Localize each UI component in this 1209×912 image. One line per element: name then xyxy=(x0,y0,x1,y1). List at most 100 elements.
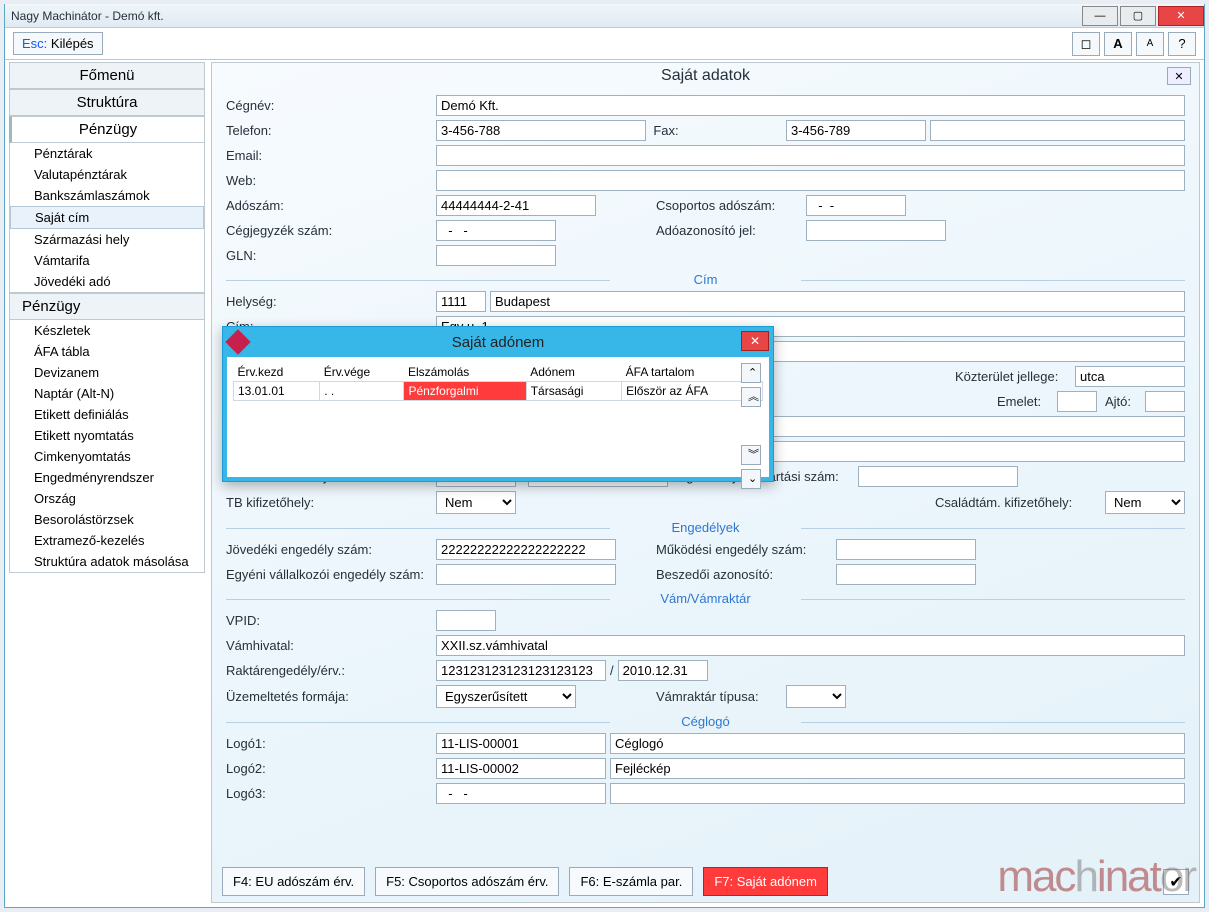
uzemel-select[interactable]: Egyszerűsített xyxy=(436,685,576,708)
web-field[interactable] xyxy=(436,170,1185,191)
adoazon-field[interactable] xyxy=(806,220,946,241)
label-telefon: Telefon: xyxy=(226,123,436,138)
f4-button[interactable]: F4: EU adószám érv. xyxy=(222,867,365,896)
label-joved: Jövedéki engedély szám: xyxy=(226,542,436,557)
toolbar-font-small-icon[interactable]: A xyxy=(1136,32,1164,56)
tb-kifiz-select[interactable]: Nem xyxy=(436,491,516,514)
sidebar-item-bankszamlaszamok[interactable]: Bankszámlaszámok xyxy=(10,185,204,206)
col-adonem[interactable]: Adónem xyxy=(526,363,621,382)
raktareng1-field[interactable] xyxy=(436,660,606,681)
label-logo1: Logó1: xyxy=(226,736,436,751)
col-elszamolas[interactable]: Elszámolás xyxy=(404,363,526,382)
cell-elszamolas[interactable]: Pénzforgalmi xyxy=(404,382,526,401)
minimize-button[interactable]: — xyxy=(1082,6,1118,26)
logo1-code-field[interactable] xyxy=(436,733,606,754)
vpid-field[interactable] xyxy=(436,610,496,631)
label-kozterulet: Közterület jellege: xyxy=(955,369,1075,384)
csop-adoszam-field[interactable] xyxy=(806,195,906,216)
toolbar-square-icon[interactable]: ◻ xyxy=(1072,32,1100,56)
cegnev-field[interactable] xyxy=(436,95,1185,116)
close-button[interactable]: ✕ xyxy=(1158,6,1204,26)
scroll-top-icon[interactable]: ⌃ xyxy=(741,363,761,383)
csalad-select[interactable]: Nem xyxy=(1105,491,1185,514)
scroll-up-icon[interactable]: ︽ xyxy=(741,387,761,407)
helyseg-irsz-field[interactable] xyxy=(436,291,486,312)
sidebar-items-top: Pénztárak Valutapénztárak Bankszámlaszám… xyxy=(9,143,205,293)
col-ervkezd[interactable]: Érv.kezd xyxy=(234,363,320,382)
sidebar-item-besorolastorzsek[interactable]: Besorolástörzsek xyxy=(10,509,204,530)
toolbar-help-icon[interactable]: ? xyxy=(1168,32,1196,56)
logo2-name-field[interactable] xyxy=(610,758,1185,779)
col-ervvege[interactable]: Érv.vége xyxy=(320,363,404,382)
logo3-code-field[interactable] xyxy=(436,783,606,804)
f5-button[interactable]: F5: Csoportos adószám érv. xyxy=(375,867,559,896)
sidebar-item-keszletek[interactable]: Készletek xyxy=(10,320,204,341)
sidebar-cat-struktura[interactable]: Struktúra xyxy=(9,89,205,116)
sidebar-item-cimkenyomtatas[interactable]: Cimkenyomtatás xyxy=(10,446,204,467)
helyseg-field[interactable] xyxy=(490,291,1185,312)
sidebar-item-valutapenztarak[interactable]: Valutapénztárak xyxy=(10,164,204,185)
label-csop-adoszam: Csoportos adószám: xyxy=(656,198,806,213)
sidebar-item-vamtarifa[interactable]: Vámtarifa xyxy=(10,250,204,271)
beszed-field[interactable] xyxy=(836,564,976,585)
sidebar-item-jovedeki-ado[interactable]: Jövedéki adó xyxy=(10,271,204,292)
sidebar-item-engedmenyrendszer[interactable]: Engedményrendszer xyxy=(10,467,204,488)
sidebar-item-sajat-cim[interactable]: Saját cím xyxy=(10,206,204,229)
window-title: Nagy Machinátor - Demó kft. xyxy=(11,9,164,23)
titlebar: Nagy Machinátor - Demó kft. — ▢ ✕ xyxy=(5,4,1204,28)
adoszam-field[interactable] xyxy=(436,195,596,216)
adonem-table: Érv.kezd Érv.vége Elszámolás Adónem ÁFA … xyxy=(233,363,763,401)
confirm-check-button[interactable]: ✔ xyxy=(1163,869,1189,895)
mukod-field[interactable] xyxy=(836,539,976,560)
egyeni-field[interactable] xyxy=(436,564,616,585)
scroll-down-icon[interactable]: ︾ xyxy=(741,445,761,465)
joved-field[interactable] xyxy=(436,539,616,560)
sidebar-cat-penzugy[interactable]: Pénzügy xyxy=(9,116,205,143)
dialog-titlebar[interactable]: Saját adónem ✕ xyxy=(223,327,773,357)
sidebar-item-devizanem[interactable]: Devizanem xyxy=(10,362,204,383)
cell-ervkezd[interactable]: 13.01.01 xyxy=(234,382,320,401)
email-field[interactable] xyxy=(436,145,1185,166)
sidebar-item-afa-tabla[interactable]: ÁFA tábla xyxy=(10,341,204,362)
sidebar-cat-fomenu[interactable]: Főmenü xyxy=(9,62,205,89)
fax-field[interactable] xyxy=(786,120,926,141)
sidebar-item-etikett-nyomtatas[interactable]: Etikett nyomtatás xyxy=(10,425,204,446)
telefon-field[interactable] xyxy=(436,120,646,141)
sidebar-item-penztarak[interactable]: Pénztárak xyxy=(10,143,204,164)
sidebar-item-naptar[interactable]: Naptár (Alt-N) xyxy=(10,383,204,404)
toolbar-font-large-icon[interactable]: A xyxy=(1104,32,1132,56)
egbizt-field[interactable] xyxy=(858,466,1018,487)
label-cegjegyzek: Cégjegyzék szám: xyxy=(226,223,436,238)
dialog-close-button[interactable]: ✕ xyxy=(741,331,769,351)
maximize-button[interactable]: ▢ xyxy=(1120,6,1156,26)
logo1-name-field[interactable] xyxy=(610,733,1185,754)
emelet-field[interactable] xyxy=(1057,391,1097,412)
panel-close-icon[interactable]: ✕ xyxy=(1167,67,1191,85)
gln-field[interactable] xyxy=(436,245,556,266)
vamhiv-field[interactable] xyxy=(436,635,1185,656)
label-vpid: VPID: xyxy=(226,613,436,628)
esc-exit-button[interactable]: Esc: Kilépés xyxy=(13,32,103,55)
logo3-name-field[interactable] xyxy=(610,783,1185,804)
scroll-bottom-icon[interactable]: ⌄ xyxy=(741,469,761,489)
sidebar-subheader-penzugy[interactable]: Pénzügy xyxy=(9,293,205,320)
cell-adonem[interactable]: Társasági xyxy=(526,382,621,401)
raktareng2-field[interactable] xyxy=(618,660,708,681)
cegjegyzek-field[interactable] xyxy=(436,220,556,241)
ajto-field[interactable] xyxy=(1145,391,1185,412)
fax-field-2[interactable] xyxy=(930,120,1185,141)
sidebar-item-struktura-adatok-masolasa[interactable]: Struktúra adatok másolása xyxy=(10,551,204,572)
sidebar-item-orszag[interactable]: Ország xyxy=(10,488,204,509)
label-logo2: Logó2: xyxy=(226,761,436,776)
f6-button[interactable]: F6: E-számla par. xyxy=(569,867,693,896)
sidebar-items-bottom: Készletek ÁFA tábla Devizanem Naptár (Al… xyxy=(9,320,205,573)
cell-ervvege[interactable]: . . xyxy=(320,382,404,401)
table-row[interactable]: 13.01.01 . . Pénzforgalmi Társasági Elős… xyxy=(234,382,763,401)
vamtip-select[interactable] xyxy=(786,685,846,708)
logo2-code-field[interactable] xyxy=(436,758,606,779)
sidebar-item-etikett-definialas[interactable]: Etikett definiálás xyxy=(10,404,204,425)
sidebar-item-szarmazasi-hely[interactable]: Származási hely xyxy=(10,229,204,250)
kozterulet-field[interactable] xyxy=(1075,366,1185,387)
f7-button[interactable]: F7: Saját adónem xyxy=(703,867,828,896)
sidebar-item-extramezo-kezeles[interactable]: Extramező-kezelés xyxy=(10,530,204,551)
